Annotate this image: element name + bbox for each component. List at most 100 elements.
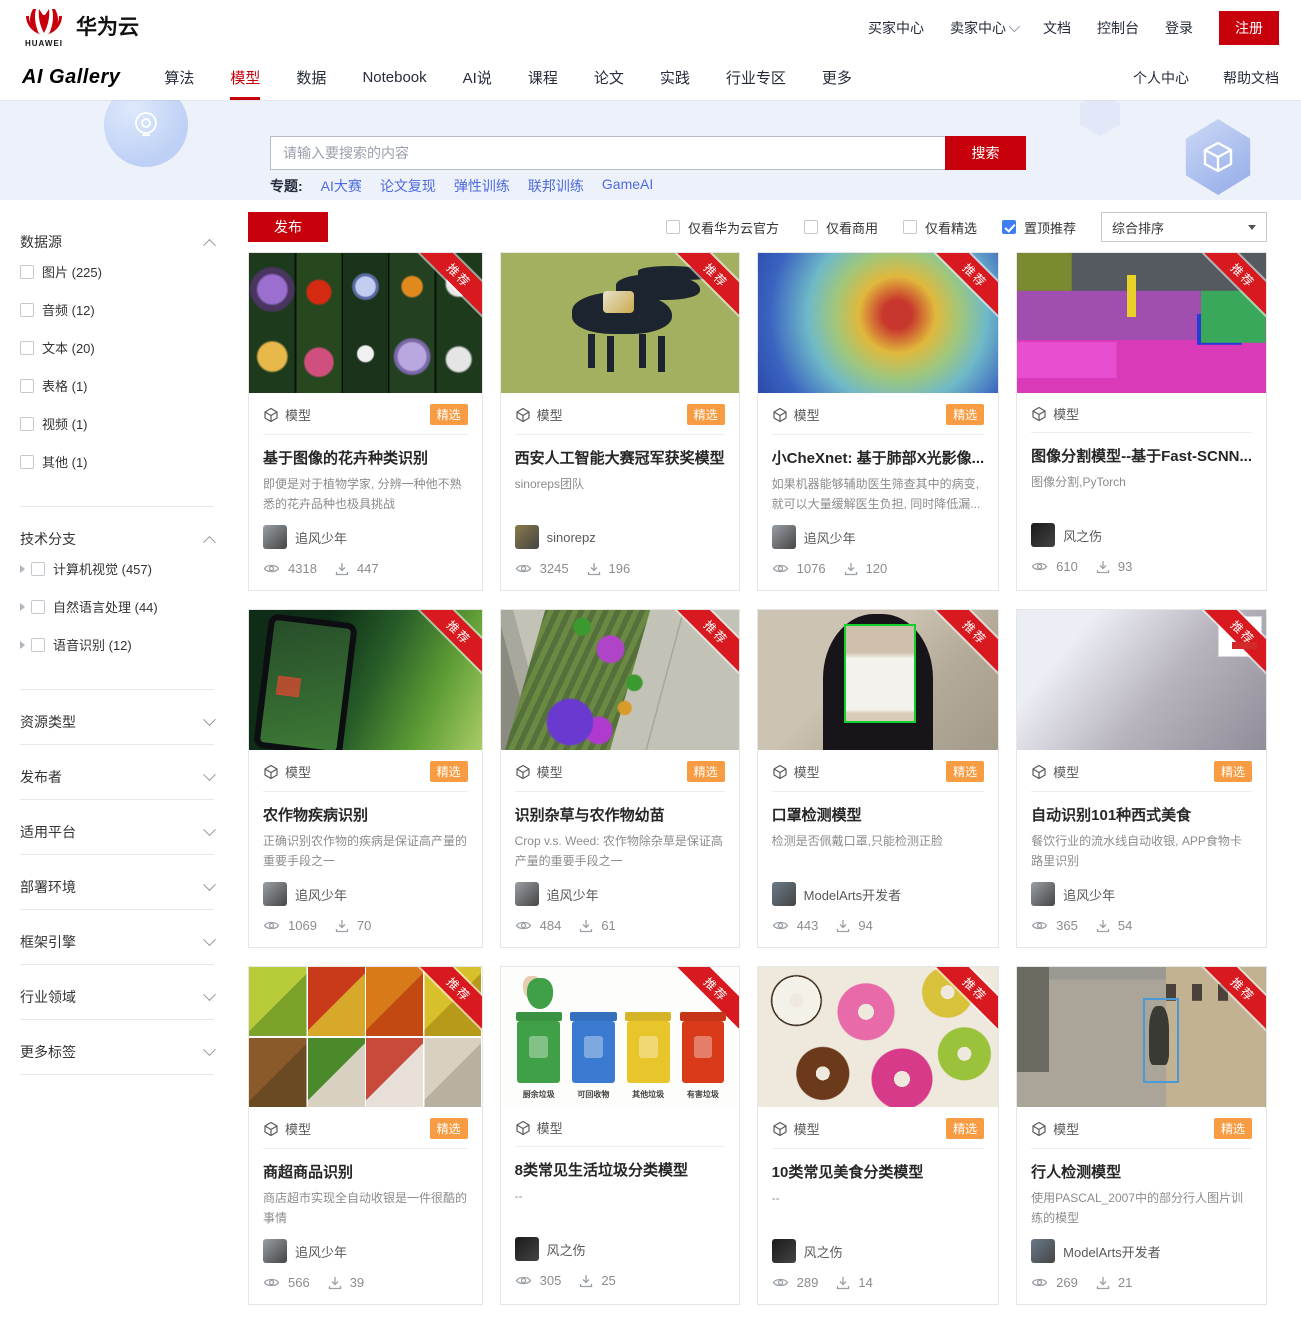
huawei-cloud-brand[interactable]: HUAWEI 华为云 xyxy=(22,8,139,48)
sidebar-filter-item[interactable]: 其他 (1) xyxy=(20,452,214,471)
model-card[interactable]: 推荐 模型 精选 小CheXnet: 基于肺部X光影像... 如果机器能够辅助医… xyxy=(756,252,1000,591)
nav-link[interactable]: 个人中心 xyxy=(1133,68,1189,88)
tab-行业专区[interactable]: 行业专区 xyxy=(726,55,786,100)
checkbox[interactable] xyxy=(31,561,45,576)
card-title[interactable]: 基于图像的花卉种类识别 xyxy=(263,447,468,468)
model-card[interactable]: 推荐 模型 精选 行人检测模型 使用PASCAL_2007中的部分行人图片训练的… xyxy=(1016,966,1267,1305)
downloads-icon xyxy=(1096,919,1110,933)
search-input[interactable] xyxy=(270,136,945,170)
sort-select[interactable]: 综合排序 xyxy=(1101,212,1267,242)
card-title[interactable]: 商超商品识别 xyxy=(263,1161,468,1182)
sidebar-section-title[interactable]: 行业领域 xyxy=(20,981,216,1013)
sidebar-section-title[interactable]: 技术分支 xyxy=(20,523,216,555)
sidebar-section-title[interactable]: 数据源 xyxy=(20,226,216,258)
topbar-link[interactable]: 登录 xyxy=(1165,18,1193,38)
card-title[interactable]: 识别杂草与农作物幼苗 xyxy=(515,804,725,825)
topic-link[interactable]: GameAI xyxy=(602,176,653,196)
model-cube-icon xyxy=(515,1120,531,1136)
card-title[interactable]: 自动识别101种西式美食 xyxy=(1031,804,1252,825)
checkbox[interactable] xyxy=(803,220,818,234)
sidebar-section-title[interactable]: 部署环境 xyxy=(20,871,216,903)
search-button[interactable]: 搜索 xyxy=(945,136,1026,170)
ai-gallery-logo[interactable]: AI Gallery xyxy=(22,66,120,89)
topbar-link[interactable]: 控制台 xyxy=(1097,18,1139,38)
sidebar-section-title[interactable]: 适用平台 xyxy=(20,816,216,848)
checkbox[interactable] xyxy=(20,340,34,355)
card-title[interactable]: 西安人工智能大赛冠军获奖模型 xyxy=(515,447,725,468)
sidebar-section-title[interactable]: 资源类型 xyxy=(20,706,216,738)
checkbox[interactable] xyxy=(20,264,34,279)
sidebar-filter-item[interactable]: 文本 (20) xyxy=(20,338,214,357)
sidebar-filter-item[interactable]: 表格 (1) xyxy=(20,376,214,395)
tab-数据[interactable]: 数据 xyxy=(296,55,326,100)
sidebar-filter-item[interactable]: 视频 (1) xyxy=(20,414,214,433)
card-title[interactable]: 口罩检测模型 xyxy=(772,804,985,825)
model-card[interactable]: 推荐 厨余垃圾 可回收物 其他垃圾 有害垃圾 模型 8类常见生活垃圾分类模型 -- 风… xyxy=(499,966,740,1305)
result-filter-checkbox[interactable]: 置顶推荐 xyxy=(1001,218,1076,237)
card-title[interactable]: 行人检测模型 xyxy=(1031,1161,1252,1182)
register-button[interactable]: 注册 xyxy=(1219,10,1279,45)
tab-AI说[interactable]: AI说 xyxy=(463,55,492,100)
author-name: 追风少年 xyxy=(295,530,348,546)
checkbox[interactable] xyxy=(665,220,680,234)
checkbox[interactable] xyxy=(20,416,34,431)
hexagon-decor-faint-icon xyxy=(1079,100,1121,136)
topbar-link[interactable]: 买家中心 xyxy=(868,18,924,38)
downloads-icon xyxy=(328,1276,342,1290)
tab-Notebook[interactable]: Notebook xyxy=(362,55,426,100)
card-title[interactable]: 农作物疾病识别 xyxy=(263,804,468,825)
topic-link[interactable]: 论文复现 xyxy=(380,176,436,196)
result-filter-checkbox[interactable]: 仅看商用 xyxy=(803,218,878,237)
expand-arrow-icon[interactable] xyxy=(20,602,25,611)
camera-decor-icon xyxy=(104,100,188,167)
sidebar-section-title[interactable]: 更多标签 xyxy=(20,1036,216,1068)
sidebar-filter-item[interactable]: 计算机视觉 (457) xyxy=(20,559,214,578)
model-card[interactable]: 推荐 模型 精选 识别杂草与农作物幼苗 Crop v.s. Weed: 农作物除… xyxy=(499,609,740,948)
topic-link[interactable]: AI大赛 xyxy=(321,176,362,196)
topbar-link[interactable]: 卖家中心 xyxy=(950,18,1021,38)
publish-button[interactable]: 发布 xyxy=(248,212,328,242)
tab-课程[interactable]: 课程 xyxy=(528,55,558,100)
tab-实践[interactable]: 实践 xyxy=(660,55,690,100)
topbar-link[interactable]: 文档 xyxy=(1043,18,1071,38)
tab-更多[interactable]: 更多 xyxy=(822,55,852,100)
author-name: 风之伤 xyxy=(1063,528,1103,544)
card-title[interactable]: 小CheXnet: 基于肺部X光影像... xyxy=(772,447,985,468)
card-title[interactable]: 10类常见美食分类模型 xyxy=(772,1161,985,1182)
checkbox[interactable] xyxy=(902,220,917,234)
tab-论文[interactable]: 论文 xyxy=(594,55,624,100)
sidebar-section-title[interactable]: 发布者 xyxy=(20,761,216,793)
sidebar-filter-item[interactable]: 语音识别 (12) xyxy=(20,635,214,654)
sidebar-filter-item[interactable]: 自然语言处理 (44) xyxy=(20,597,214,616)
model-card[interactable]: 推荐 模型 图像分割模型--基于Fast-SCNN... 图像分割,PyTorc… xyxy=(1016,252,1267,591)
model-card[interactable]: 推荐 模型 精选 商超商品识别 商店超市实现全自动收银是一件很酷的事情 追风少年 xyxy=(248,966,483,1305)
checkbox[interactable] xyxy=(31,637,45,652)
result-filter-checkbox[interactable]: 仅看华为云官方 xyxy=(665,218,779,237)
checkbox[interactable] xyxy=(1001,220,1016,234)
model-card[interactable]: 推荐 模型 精选 农作物疾病识别 正确识别农作物的疾病是保证高产量的重要手段之一… xyxy=(248,609,483,948)
checkbox[interactable] xyxy=(20,378,34,393)
recommend-ribbon: 推荐 xyxy=(931,967,999,1033)
expand-arrow-icon[interactable] xyxy=(20,640,25,649)
model-card[interactable]: 推荐 模型 精选 10类常见美食分类模型 -- 风之伤 289 14 xyxy=(756,966,1000,1305)
model-card[interactable]: 推荐 模型 精选 自动识别101种西式美食 餐饮行业的流水线自动收银, APP食… xyxy=(1016,609,1267,948)
views-count: 4318 xyxy=(288,561,317,576)
card-title[interactable]: 图像分割模型--基于Fast-SCNN... xyxy=(1031,445,1252,466)
tab-模型[interactable]: 模型 xyxy=(230,55,261,100)
nav-link[interactable]: 帮助文档 xyxy=(1223,68,1279,88)
model-card[interactable]: 推荐 模型 精选 口罩检测模型 检测是否佩戴口罩,只能检测正脸 ModelArt… xyxy=(756,609,1000,948)
checkbox[interactable] xyxy=(31,599,45,614)
expand-arrow-icon[interactable] xyxy=(20,564,25,573)
checkbox[interactable] xyxy=(20,454,34,469)
sidebar-section-title[interactable]: 框架引擎 xyxy=(20,926,216,958)
topic-link[interactable]: 联邦训练 xyxy=(528,176,584,196)
sidebar-filter-item[interactable]: 音频 (12) xyxy=(20,300,214,319)
model-card[interactable]: 推荐 模型 精选 西安人工智能大赛冠军获奖模型 sinoreps团队 sinor… xyxy=(499,252,740,591)
topic-link[interactable]: 弹性训练 xyxy=(454,176,510,196)
tab-算法[interactable]: 算法 xyxy=(164,55,194,100)
result-filter-checkbox[interactable]: 仅看精选 xyxy=(902,218,977,237)
checkbox[interactable] xyxy=(20,302,34,317)
card-title[interactable]: 8类常见生活垃圾分类模型 xyxy=(515,1159,725,1180)
model-card[interactable]: 推荐 模型 精选 基于图像的花卉种类识别 即便是对于植物学家, 分辨一种他不熟悉… xyxy=(248,252,483,591)
sidebar-filter-item[interactable]: 图片 (225) xyxy=(20,262,214,281)
